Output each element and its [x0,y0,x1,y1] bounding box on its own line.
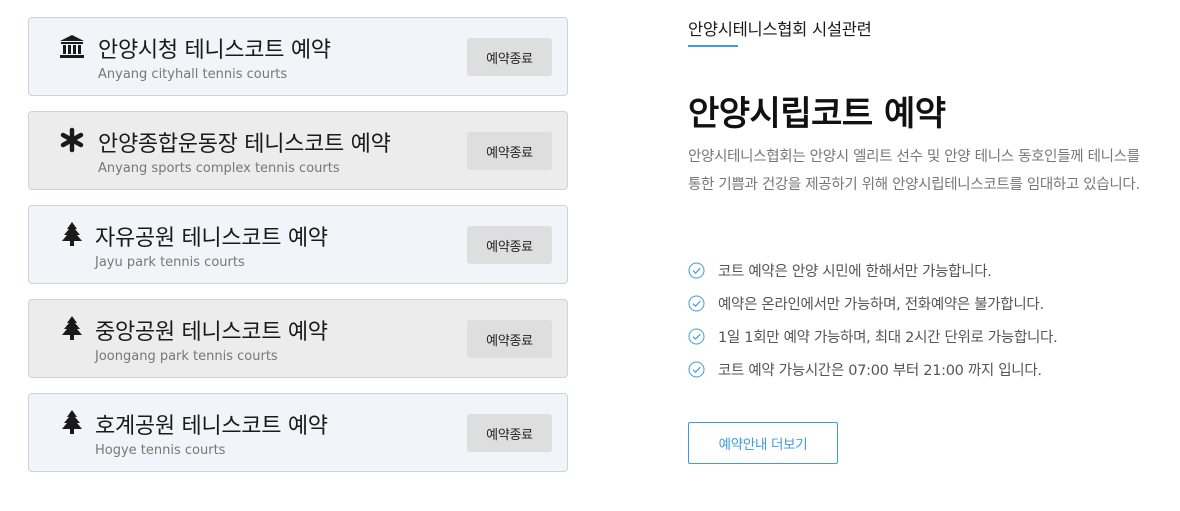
reservation-closed-button[interactable]: 예약종료 [467,132,552,170]
reservation-closed-button[interactable]: 예약종료 [467,320,552,358]
court-title: 안양시청 테니스코트 예약 [98,38,331,63]
subtitle-underline [688,45,738,47]
page-title: 안양시립코트 예약 [688,94,946,134]
rule-item: 코트 예약 가능시간은 07:00 부터 21:00 까지 입니다. [688,353,1158,386]
check-circle-icon [688,328,705,345]
check-circle-icon [688,361,705,378]
court-subtitle: Hogye tennis courts [95,443,226,458]
description: 안양시테니스협회는 안양시 엘리트 선수 및 안양 테니스 동호인들께 테니스를… [688,149,1140,193]
court-title: 호계공원 테니스코트 예약 [95,414,328,439]
rule-text: 코트 예약은 안양 시민에 한해서만 가능합니다. [718,264,992,280]
rule-item: 예약은 온라인에서만 가능하며, 전화예약은 불가합니다. [688,287,1158,320]
court-card-sports-complex[interactable]: 안양종합운동장 테니스코트 예약 Anyang sports complex t… [28,111,568,190]
section-subtitle: 안양시테니스협회 시설관련 [688,20,872,39]
asterisk-icon [59,127,85,153]
reservation-closed-button[interactable]: 예약종료 [467,226,552,264]
tree-icon [59,221,85,247]
rule-text: 코트 예약 가능시간은 07:00 부터 21:00 까지 입니다. [718,363,1042,379]
court-title: 안양종합운동장 테니스코트 예약 [98,132,391,157]
rule-text: 예약은 온라인에서만 가능하며, 전화예약은 불가합니다. [718,297,1044,313]
court-subtitle: Joongang park tennis courts [95,349,278,364]
court-title: 중앙공원 테니스코트 예약 [95,320,328,345]
court-card-hogye-park[interactable]: 호계공원 테니스코트 예약 Hogye tennis courts 예약종료 [28,393,568,472]
court-subtitle: Jayu park tennis courts [95,255,245,270]
court-card-cityhall[interactable]: 안양시청 테니스코트 예약 Anyang cityhall tennis cou… [28,17,568,96]
court-list: 안양시청 테니스코트 예약 Anyang cityhall tennis cou… [28,17,568,487]
check-circle-icon [688,262,705,279]
court-subtitle: Anyang sports complex tennis courts [98,161,340,176]
court-card-jayu-park[interactable]: 자유공원 테니스코트 예약 Jayu park tennis courts 예약… [28,205,568,284]
reservation-closed-button[interactable]: 예약종료 [467,414,552,452]
rule-item: 코트 예약은 안양 시민에 한해서만 가능합니다. [688,254,1158,287]
more-info-button[interactable]: 예약안내 더보기 [688,422,838,464]
tree-icon [59,315,85,341]
court-title: 자유공원 테니스코트 예약 [95,226,328,251]
reservation-closed-button[interactable]: 예약종료 [467,38,552,76]
check-circle-icon [688,295,705,312]
rules-list: 코트 예약은 안양 시민에 한해서만 가능합니다. 예약은 온라인에서만 가능하… [688,254,1158,386]
court-subtitle: Anyang cityhall tennis courts [98,67,288,82]
court-card-joongang-park[interactable]: 중앙공원 테니스코트 예약 Joongang park tennis court… [28,299,568,378]
rule-text: 1일 1회만 예약 가능하며, 최대 2시간 단위로 가능합니다. [718,330,1058,346]
rule-item: 1일 1회만 예약 가능하며, 최대 2시간 단위로 가능합니다. [688,320,1158,353]
city-hall-icon [59,33,85,59]
tree-icon [59,409,85,435]
